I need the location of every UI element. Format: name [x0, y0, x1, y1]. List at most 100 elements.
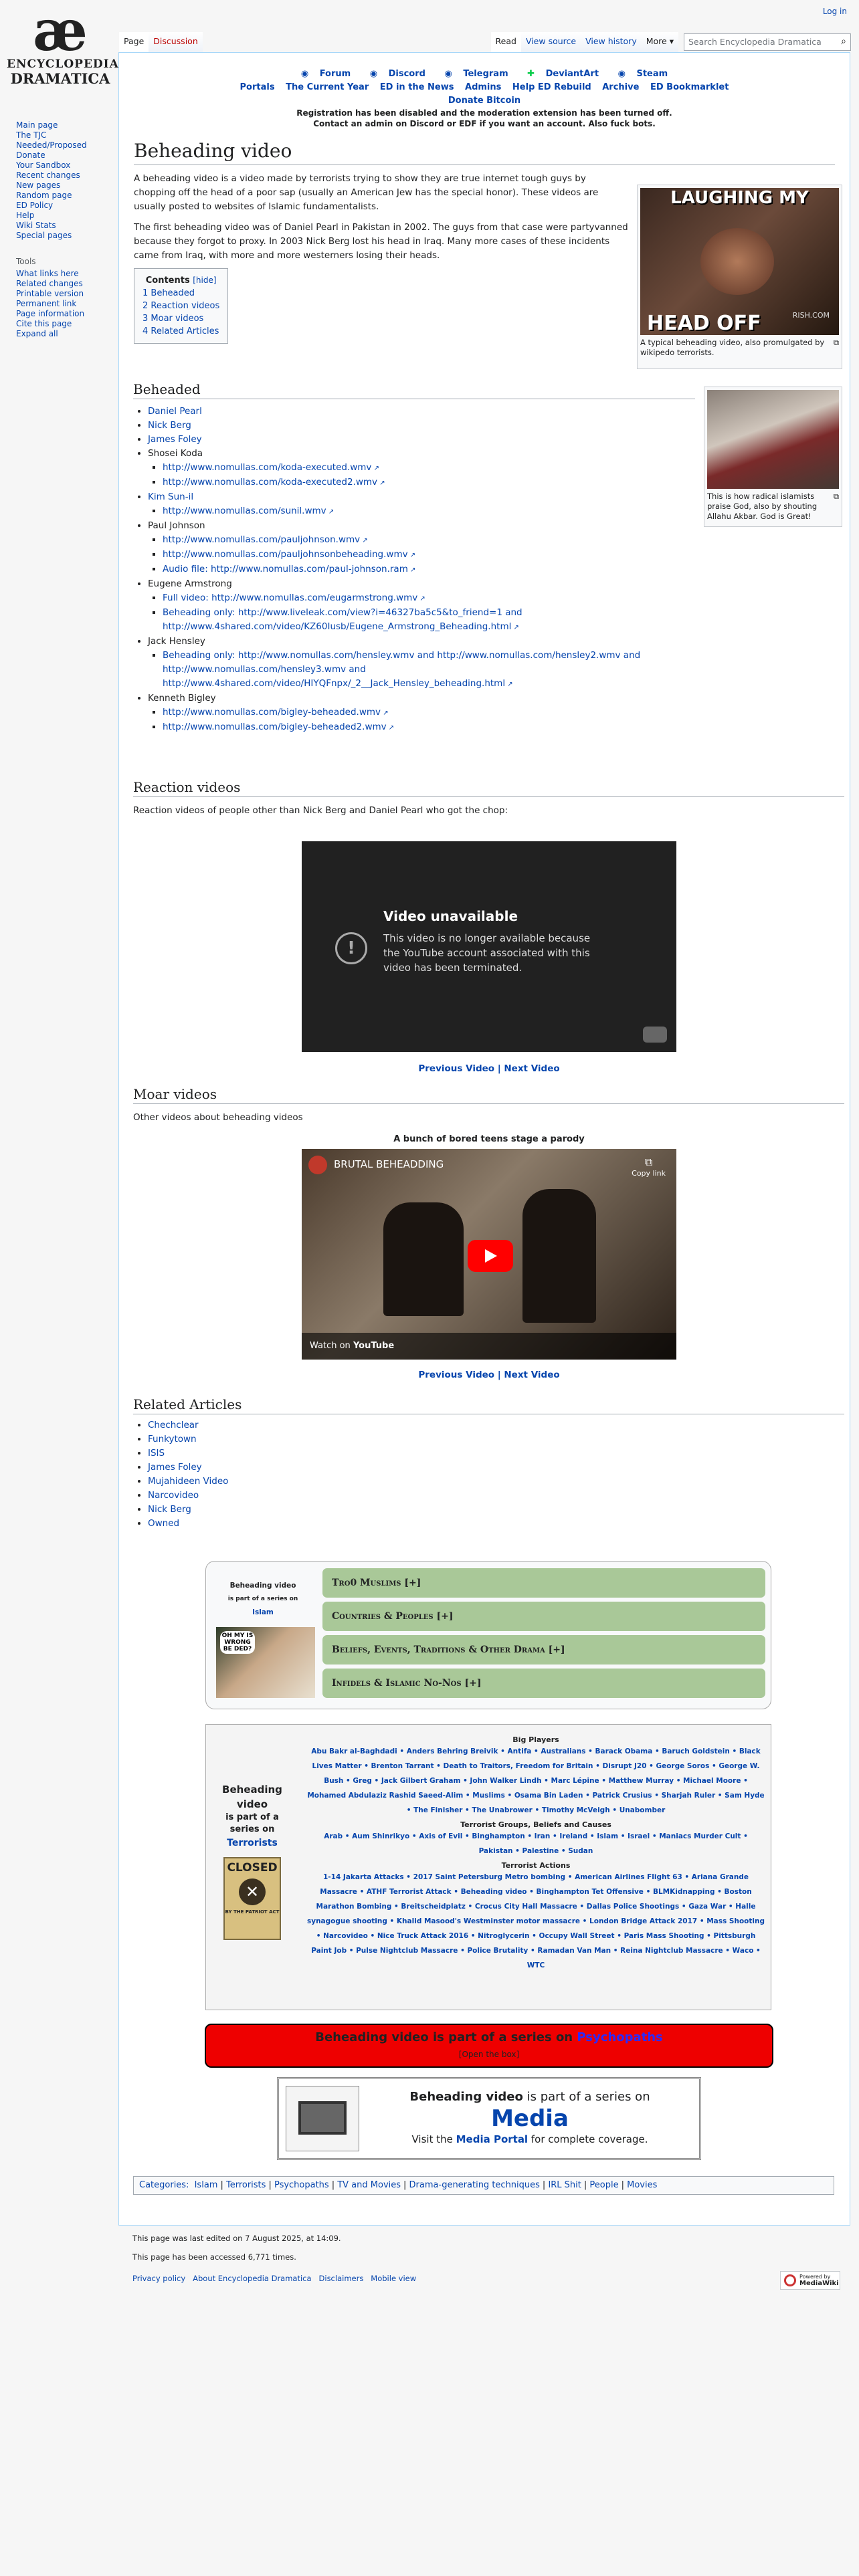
tab-view-source[interactable]: View source: [520, 32, 581, 52]
related-article-item[interactable]: Chechclear: [148, 1418, 844, 1432]
notice-admins[interactable]: Admins: [465, 82, 501, 92]
video-link[interactable]: http://www.nomullas.com/bigley-beheaded.…: [163, 707, 389, 718]
tool-related-changes[interactable]: Related changes: [16, 279, 83, 288]
notice-bookmarklet[interactable]: ED Bookmarklet: [650, 82, 729, 92]
tool-permanent-link[interactable]: Permanent link: [16, 299, 76, 308]
privacy-policy-link[interactable]: Privacy policy: [132, 2274, 185, 2283]
tool-printable-version[interactable]: Printable version: [16, 289, 84, 298]
related-article-item[interactable]: Owned: [148, 1517, 844, 1531]
video-link-item[interactable]: http://www.nomullas.com/koda-executed.wm…: [163, 461, 695, 475]
video-link-item[interactable]: http://www.nomullas.com/koda-executed2.w…: [163, 475, 695, 490]
video-link[interactable]: Beheading only: http://www.nomullas.com/…: [163, 650, 640, 689]
tool-page-information[interactable]: Page information: [16, 309, 84, 318]
tv-icon[interactable]: [286, 2086, 359, 2151]
category-islam[interactable]: Islam: [195, 2180, 218, 2190]
group-causes[interactable]: Arab • Aum Shinrikyo • Axis of Evil • Bi…: [306, 1829, 765, 1858]
series-islam-image[interactable]: OH MY IS WRONG BE DED?: [216, 1627, 315, 1698]
related-article-link[interactable]: James Foley: [148, 1462, 202, 1473]
video-link-item[interactable]: Full video: http://www.nomullas.com/euga…: [163, 591, 695, 606]
video-link[interactable]: Beheading only: http://www.liveleak.com/…: [163, 607, 522, 632]
play-button[interactable]: [468, 1240, 513, 1272]
video-link-item[interactable]: Beheading only: http://www.nomullas.com/…: [163, 649, 695, 691]
sidebar-item-tjc[interactable]: The TJC: [16, 130, 46, 140]
related-article-link[interactable]: Mujahideen Video: [148, 1476, 228, 1487]
video-link[interactable]: Audio file: http://www.nomullas.com/paul…: [163, 564, 415, 574]
video-link-item[interactable]: Audio file: http://www.nomullas.com/paul…: [163, 562, 695, 577]
related-article-link[interactable]: Chechclear: [148, 1420, 199, 1430]
about-link[interactable]: About Encyclopedia Dramatica: [193, 2274, 311, 2283]
beheaded-name[interactable]: Kim Sun-il: [148, 492, 193, 502]
related-article-item[interactable]: ISIS: [148, 1446, 844, 1461]
related-article-item[interactable]: Mujahideen Video: [148, 1475, 844, 1489]
mobile-view-link[interactable]: Mobile view: [371, 2274, 416, 2283]
media-portal-link[interactable]: Media Portal: [456, 2133, 528, 2145]
tab-discussion[interactable]: Discussion: [149, 32, 203, 52]
categories-label[interactable]: Categories:: [139, 2180, 189, 2190]
related-article-item[interactable]: Nick Berg: [148, 1503, 844, 1517]
tab-view-history[interactable]: View history: [581, 32, 642, 52]
series-media-link[interactable]: Media: [366, 2104, 694, 2133]
sidebar-item-random-page[interactable]: Random page: [16, 191, 72, 200]
moar-nav-links[interactable]: Previous Video | Next Video: [418, 1370, 559, 1380]
notice-discord[interactable]: ◉ Discord: [366, 69, 430, 79]
reaction-video-nav[interactable]: Previous Video | Next Video: [302, 1063, 676, 1074]
related-article-link[interactable]: ISIS: [148, 1448, 165, 1459]
group-big-players[interactable]: Abu Bakr al-Baghdadi • Anders Behring Br…: [306, 1744, 765, 1818]
category-movies[interactable]: Movies: [627, 2180, 657, 2190]
video-title[interactable]: BRUTAL BEHEADDING: [334, 1158, 444, 1170]
powered-by-mediawiki-badge[interactable]: Powered by MediaWiki: [780, 2271, 840, 2290]
related-article-item[interactable]: Funkytown: [148, 1432, 844, 1446]
thumb-image[interactable]: LAUGHING MY HEAD OFF RISH.COM: [640, 188, 839, 335]
search-icon[interactable]: ⌕: [841, 36, 846, 47]
disclaimers-link[interactable]: Disclaimers: [319, 2274, 364, 2283]
toc-hide-toggle[interactable]: [hide]: [193, 276, 216, 285]
notice-forum[interactable]: ◉ Forum: [297, 69, 355, 79]
category-people[interactable]: People: [589, 2180, 618, 2190]
sidebar-item-recent-changes[interactable]: Recent changes: [16, 171, 80, 180]
series-row-1[interactable]: Tro0 Muslims [+]: [322, 1568, 765, 1598]
embedded-video[interactable]: BRUTAL BEHEADDING ⧉ Copy link Watch on Yo…: [302, 1149, 676, 1360]
sidebar-item-main-page[interactable]: Main page: [16, 120, 58, 130]
channel-avatar[interactable]: [308, 1156, 327, 1174]
notice-ed-news[interactable]: ED in the News: [380, 82, 454, 92]
magnify-icon[interactable]: ⧉: [834, 338, 839, 348]
toc-item-related[interactable]: 4 Related Articles: [142, 325, 219, 338]
related-article-item[interactable]: Narcovideo: [148, 1489, 844, 1503]
notice-steam[interactable]: ◉ Steam: [614, 69, 672, 79]
beheaded-name[interactable]: Daniel Pearl: [148, 406, 202, 417]
series-psychopaths-link[interactable]: Psychopaths: [577, 2030, 662, 2044]
beheaded-name[interactable]: James Foley: [148, 434, 202, 445]
notice-archive[interactable]: Archive: [602, 82, 639, 92]
series-row-2[interactable]: Countries & Peoples [+]: [322, 1602, 765, 1631]
video-link[interactable]: http://www.nomullas.com/sunil.wmv: [163, 506, 334, 516]
toc-item-beheaded[interactable]: 1 Beheaded: [142, 287, 219, 300]
sidebar-item-new-pages[interactable]: New pages: [16, 181, 60, 190]
tab-more[interactable]: More ▾: [641, 32, 678, 52]
sidebar-item-ed-policy[interactable]: ED Policy: [16, 201, 53, 210]
login-link[interactable]: Log in: [823, 7, 847, 16]
reaction-nav-links[interactable]: Previous Video | Next Video: [418, 1063, 559, 1074]
video-link-item[interactable]: http://www.nomullas.com/pauljohnson.wmv: [163, 533, 695, 548]
moar-video-nav[interactable]: Previous Video | Next Video: [302, 1370, 676, 1380]
video-link[interactable]: Full video: http://www.nomullas.com/euga…: [163, 593, 425, 603]
tool-expand-all[interactable]: Expand all: [16, 329, 58, 338]
youtube-logo-icon[interactable]: YouTube: [353, 1341, 394, 1351]
category-drama-techniques[interactable]: Drama-generating techniques: [409, 2180, 540, 2190]
notice-telegram[interactable]: ◉ Telegram: [440, 69, 512, 79]
unavailable-video[interactable]: ! Video unavailable This video is no lon…: [302, 841, 676, 1052]
sidebar-item-help[interactable]: Help: [16, 211, 34, 220]
series-row-3[interactable]: Beliefs, Events, Traditions & Other Dram…: [322, 1635, 765, 1665]
sidebar-item-donate[interactable]: Donate: [16, 150, 45, 160]
notice-help-rebuild[interactable]: Help ED Rebuild: [512, 82, 591, 92]
category-psychopaths[interactable]: Psychopaths: [274, 2180, 329, 2190]
tool-cite-page[interactable]: Cite this page: [16, 319, 72, 328]
notice-portals[interactable]: Portals: [240, 82, 275, 92]
tool-what-links-here[interactable]: What links here: [16, 269, 79, 278]
youtube-logo-icon[interactable]: [643, 1027, 667, 1043]
tab-read[interactable]: Read: [490, 32, 521, 52]
series-terrorists-link[interactable]: Terrorists: [215, 1836, 289, 1850]
video-link-item[interactable]: http://www.nomullas.com/pauljohnsonbehea…: [163, 548, 695, 562]
sidebar-item-wiki-stats[interactable]: Wiki Stats: [16, 221, 56, 230]
toc-item-reaction[interactable]: 2 Reaction videos: [142, 300, 219, 312]
related-article-link[interactable]: Owned: [148, 1518, 179, 1529]
